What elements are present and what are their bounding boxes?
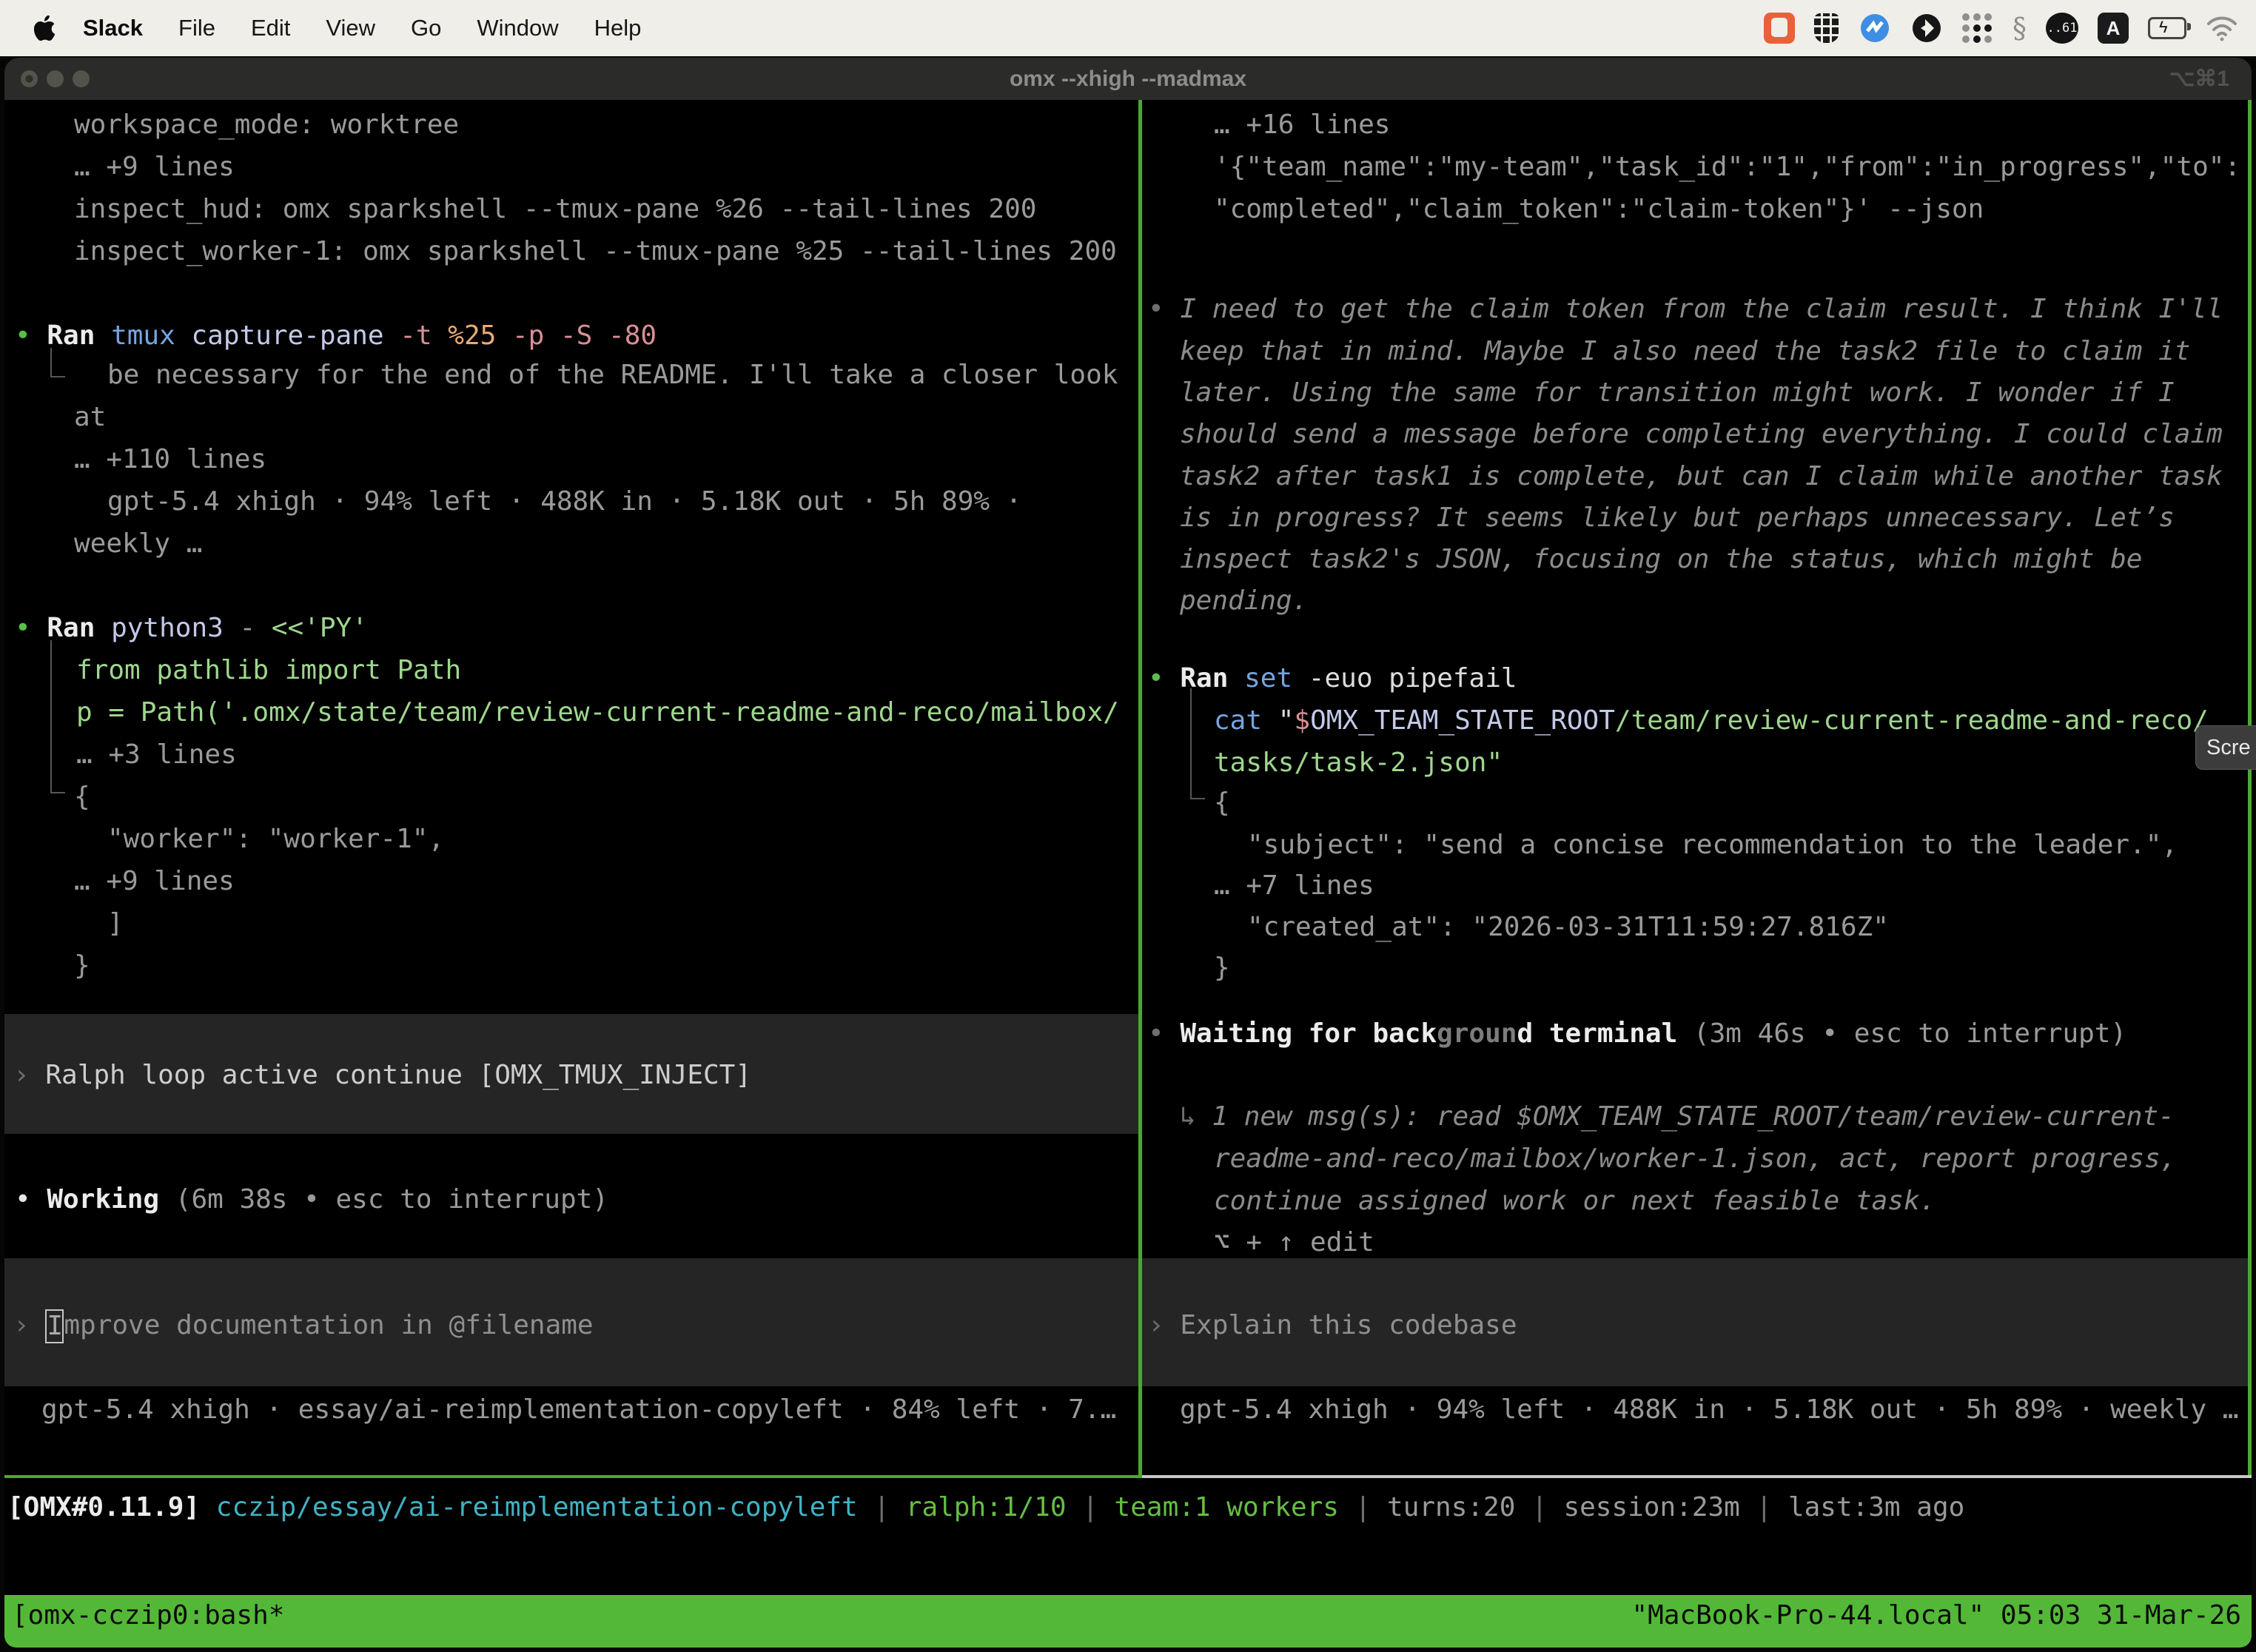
terminal-line: task2 after task1 is complete, but can I… — [1180, 455, 2223, 497]
terminal-line: be necessary for the end of the README. … — [107, 354, 1118, 396]
terminal-line: • Ran set -euo pipefail — [1148, 657, 1517, 699]
pane-divider[interactable] — [1138, 100, 1142, 1475]
terminal-line: … +7 lines — [1214, 864, 1374, 907]
terminal-line: at — [74, 396, 106, 438]
terminal-line: … +110 lines — [74, 438, 266, 480]
terminal-line: ⌥ + ↑ edit — [1214, 1221, 1374, 1263]
terminal-line: … +3 lines — [76, 733, 237, 776]
window-title-bar: omx --xhigh --madmax ⌥⌘1 — [4, 58, 2252, 100]
tmux-host-clock: "MacBook-Pro-44.local" 05:03 31-Mar-26 — [1631, 1600, 2241, 1631]
terminal-line: "subject": "send a concise recommendatio… — [1247, 824, 2178, 866]
shield-grid-icon[interactable] — [1814, 13, 1839, 43]
dots-grid-icon[interactable] — [1962, 13, 1993, 44]
terminal-line: { — [1214, 782, 1230, 824]
terminal-line: "completed","claim_token":"claim-token"}… — [1214, 188, 1984, 230]
terminal-line: "created_at": "2026-03-31T11:59:27.816Z" — [1247, 906, 1889, 948]
screen-tooltip: Scre — [2195, 725, 2256, 770]
pane-bottom-border-active — [4, 1475, 1142, 1478]
terminal-line: … +9 lines — [74, 146, 235, 188]
terminal-line: should send a message before completing … — [1180, 413, 2223, 455]
terminal-line: tasks/task-2.json" — [1214, 742, 1503, 784]
wifi-icon[interactable] — [2206, 15, 2238, 41]
terminal-line: cat "$OMX_TEAM_STATE_ROOT/team/review-cu… — [1214, 699, 2209, 742]
pane-right-border — [2248, 100, 2252, 1475]
terminal-line: • Ran python3 - <<'PY' — [15, 607, 368, 649]
terminal-line: workspace_mode: worktree — [74, 104, 459, 146]
terminal-line: gpt-5.4 xhigh · 94% left · 488K in · 5.1… — [1180, 1389, 2238, 1431]
menu-bar: Slack File Edit View Go Window Help § ..… — [0, 0, 2256, 56]
ralph-loop-banner: › Ralph loop active continue [OMX_TMUX_I… — [13, 1054, 751, 1096]
menu-item-help[interactable]: Help — [594, 15, 642, 41]
input-source-icon[interactable]: A — [2098, 13, 2129, 44]
terminal-line: weekly … — [74, 523, 202, 565]
pane-bottom-border-inactive — [1142, 1475, 2252, 1478]
badge-61-icon[interactable]: ..61 — [2046, 13, 2078, 44]
output-guide — [50, 640, 65, 793]
left-prompt-input[interactable]: › Improve documentation in @filename — [13, 1304, 594, 1346]
terminal-line: • Waiting for background terminal (3m 46… — [1148, 1013, 2126, 1055]
terminal-line: continue assigned work or next feasible … — [1214, 1180, 1936, 1222]
terminal-line: • Ran tmux capture-pane -t %25 -p -S -80 — [15, 315, 657, 357]
network-speed-icon[interactable] — [1859, 12, 1891, 44]
terminal-line: inspect_hud: omx sparkshell --tmux-pane … — [74, 188, 1036, 230]
terminal-line: { — [74, 776, 90, 818]
terminal-line: keep that in mind. Maybe I also need the… — [1180, 330, 2190, 372]
terminal-line: is in progress? It seems likely but perh… — [1180, 497, 2175, 539]
terminal-line: inspect_worker-1: omx sparkshell --tmux-… — [74, 230, 1117, 272]
terminal-line: p = Path('.omx/state/team/review-current… — [76, 691, 1119, 733]
tmux-status-bar: [omx-cczip0:bash* "MacBook-Pro-44.local"… — [4, 1595, 2252, 1648]
menu-item-file[interactable]: File — [178, 15, 215, 41]
menu-item-view[interactable]: View — [326, 15, 375, 41]
terminal-line: "worker": "worker-1", — [107, 818, 444, 860]
window-shortcut-badge: ⌥⌘1 — [2169, 66, 2229, 92]
menu-item-go[interactable]: Go — [411, 15, 441, 41]
terminal-line: from pathlib import Path — [76, 649, 461, 691]
terminal-line: ↳ 1 new msg(s): read $OMX_TEAM_STATE_ROO… — [1180, 1095, 2175, 1138]
terminal-line: • I need to get the claim token from the… — [1148, 288, 2223, 330]
chat-app-icon[interactable] — [1764, 13, 1795, 44]
omx-status-line: [OMX#0.11.9] cczip/essay/ai-reimplementa… — [7, 1486, 1964, 1528]
terminal-line: gpt-5.4 xhigh · 94% left · 488K in · 5.1… — [107, 480, 1021, 523]
battery-icon[interactable]: ϟ — [2148, 17, 2186, 39]
terminal-line: } — [74, 944, 90, 987]
terminal-line: • Working (6m 38s • esc to interrupt) — [15, 1178, 608, 1220]
menu-item-edit[interactable]: Edit — [251, 15, 290, 41]
terminal-line: pending. — [1180, 580, 1308, 622]
terminal-line: readme-and-reco/mailbox/worker-1.json, a… — [1214, 1138, 2176, 1180]
menu-item-window[interactable]: Window — [477, 15, 558, 41]
terminal-line: … +9 lines — [74, 860, 235, 902]
output-guide — [1190, 688, 1205, 799]
terminal-line: inspect task2's JSON, focusing on the st… — [1180, 538, 2142, 580]
terminal-line: '{"team_name":"my-team","task_id":"1","f… — [1214, 146, 2240, 188]
tmux-session-label: [omx-cczip0:bash* — [12, 1600, 284, 1631]
menu-bar-status-icons: § ..61 A ϟ — [1764, 0, 2238, 56]
terminal-line: gpt-5.4 xhigh · essay/ai-reimplementatio… — [41, 1389, 1116, 1431]
apple-menu-icon[interactable] — [34, 16, 56, 41]
active-app-menu[interactable]: Slack — [83, 15, 143, 41]
terminal-line: later. Using the same for transition mig… — [1180, 372, 2175, 414]
terminal-line: … +16 lines — [1214, 104, 1390, 146]
terminal-line: } — [1214, 947, 1230, 989]
terminal-line: ] — [107, 902, 124, 944]
right-prompt-input[interactable]: › Explain this codebase — [1148, 1304, 1517, 1346]
window-title: omx --xhigh --madmax — [4, 67, 2252, 92]
kaleidoscope-icon[interactable] — [1910, 12, 1943, 44]
hook-squiggle-icon[interactable]: § — [2012, 12, 2027, 44]
